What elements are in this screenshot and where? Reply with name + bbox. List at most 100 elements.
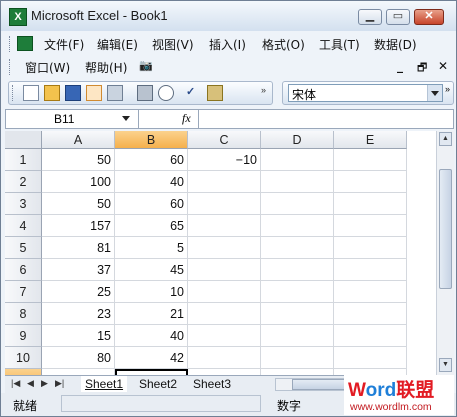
- menu-data[interactable]: 数据(D): [374, 36, 417, 53]
- cell-b1[interactable]: 60: [115, 149, 188, 171]
- save-icon[interactable]: [65, 85, 81, 101]
- scroll-up-icon[interactable]: ▲: [439, 132, 452, 146]
- cell-c10[interactable]: [188, 347, 261, 369]
- print-preview-icon[interactable]: [158, 85, 174, 101]
- column-header-d[interactable]: D: [261, 131, 334, 149]
- new-icon[interactable]: [23, 85, 39, 101]
- sheet-tab-3[interactable]: Sheet3: [189, 376, 235, 392]
- row-header[interactable]: 7: [5, 281, 42, 303]
- cell-c2[interactable]: [188, 171, 261, 193]
- cell-a1[interactable]: 50: [42, 149, 115, 171]
- menu-file[interactable]: 文件(F): [44, 36, 84, 53]
- print-icon[interactable]: [137, 85, 153, 101]
- cell-b2[interactable]: 40: [115, 171, 188, 193]
- row-header[interactable]: 2: [5, 171, 42, 193]
- cell-b4[interactable]: 65: [115, 215, 188, 237]
- toolbar-grip[interactable]: [12, 85, 16, 101]
- minimize-button[interactable]: ▁: [358, 9, 382, 25]
- cell-c1[interactable]: −10: [188, 149, 261, 171]
- cell-a10[interactable]: 80: [42, 347, 115, 369]
- cell-e3[interactable]: [334, 193, 407, 215]
- doc-close-icon[interactable]: ✕: [438, 59, 448, 73]
- menu-grip[interactable]: [9, 36, 13, 52]
- row-header[interactable]: 6: [5, 259, 42, 281]
- cell-c7[interactable]: [188, 281, 261, 303]
- formatting-options-icon[interactable]: »: [445, 84, 450, 94]
- menu-insert[interactable]: 插入(I): [209, 36, 246, 53]
- toolbar-options-icon[interactable]: »: [261, 85, 271, 101]
- cell-a8[interactable]: 23: [42, 303, 115, 325]
- column-header-e[interactable]: E: [334, 131, 407, 149]
- first-sheet-icon[interactable]: |◀: [11, 378, 20, 389]
- row-header[interactable]: 10: [5, 347, 42, 369]
- select-all-corner[interactable]: [5, 131, 42, 149]
- cell-b10[interactable]: 42: [115, 347, 188, 369]
- cell-e10[interactable]: [334, 347, 407, 369]
- cell-d3[interactable]: [261, 193, 334, 215]
- spelling-icon[interactable]: ✓: [186, 85, 202, 101]
- cell-d9[interactable]: [261, 325, 334, 347]
- chevron-down-icon[interactable]: [122, 116, 130, 125]
- cell-b7[interactable]: 10: [115, 281, 188, 303]
- cell-c9[interactable]: [188, 325, 261, 347]
- excel-app-icon[interactable]: X: [9, 8, 27, 26]
- cell-e6[interactable]: [334, 259, 407, 281]
- cell-d4[interactable]: [261, 215, 334, 237]
- cell-d7[interactable]: [261, 281, 334, 303]
- cell-d8[interactable]: [261, 303, 334, 325]
- row-header[interactable]: 1: [5, 149, 42, 171]
- cell-c4[interactable]: [188, 215, 261, 237]
- cell-d5[interactable]: [261, 237, 334, 259]
- cell-b3[interactable]: 60: [115, 193, 188, 215]
- cell-a4[interactable]: 157: [42, 215, 115, 237]
- row-header[interactable]: 9: [5, 325, 42, 347]
- menu-edit[interactable]: 编辑(E): [97, 36, 138, 53]
- cell-c8[interactable]: [188, 303, 261, 325]
- sheet-tab-2[interactable]: Sheet2: [135, 376, 181, 392]
- menu-grip-2[interactable]: [9, 59, 13, 75]
- row-header[interactable]: 4: [5, 215, 42, 237]
- camera-icon[interactable]: 📷: [139, 59, 153, 72]
- cell-d1[interactable]: [261, 149, 334, 171]
- name-box[interactable]: B11: [6, 110, 139, 128]
- column-header-b[interactable]: B: [115, 131, 188, 149]
- insert-function-icon[interactable]: fx: [182, 111, 191, 126]
- cell-e8[interactable]: [334, 303, 407, 325]
- cell-d10[interactable]: [261, 347, 334, 369]
- doc-restore-icon[interactable]: 🗗: [417, 59, 427, 78]
- font-name-select[interactable]: 宋体: [288, 84, 443, 102]
- cell-a7[interactable]: 25: [42, 281, 115, 303]
- cell-d6[interactable]: [261, 259, 334, 281]
- last-sheet-icon[interactable]: ▶|: [55, 378, 64, 389]
- maximize-button[interactable]: ▭: [386, 9, 410, 25]
- scroll-down-icon[interactable]: ▼: [439, 358, 452, 372]
- cell-a2[interactable]: 100: [42, 171, 115, 193]
- cell-e2[interactable]: [334, 171, 407, 193]
- cell-b9[interactable]: 40: [115, 325, 188, 347]
- next-sheet-icon[interactable]: ▶: [41, 378, 48, 389]
- cell-c3[interactable]: [188, 193, 261, 215]
- vertical-scrollbar[interactable]: ▲ ▼: [436, 131, 454, 375]
- workbook-icon[interactable]: [17, 36, 33, 51]
- chevron-down-icon[interactable]: [427, 85, 442, 101]
- cell-a9[interactable]: 15: [42, 325, 115, 347]
- cell-a3[interactable]: 50: [42, 193, 115, 215]
- menu-format[interactable]: 格式(O): [262, 36, 305, 53]
- sheet-tab-1[interactable]: Sheet1: [81, 376, 128, 392]
- row-header[interactable]: 5: [5, 237, 42, 259]
- cell-e7[interactable]: [334, 281, 407, 303]
- cell-b11[interactable]: [115, 369, 188, 375]
- open-icon[interactable]: [44, 85, 60, 101]
- menu-window[interactable]: 窗口(W): [25, 59, 70, 76]
- research-icon[interactable]: [207, 85, 223, 101]
- column-header-a[interactable]: A: [42, 131, 115, 149]
- permission-icon[interactable]: [86, 85, 102, 101]
- menu-help[interactable]: 帮助(H): [85, 59, 127, 76]
- cell-d2[interactable]: [261, 171, 334, 193]
- cell-c6[interactable]: [188, 259, 261, 281]
- vertical-scroll-thumb[interactable]: [439, 169, 452, 289]
- menu-view[interactable]: 视图(V): [152, 36, 194, 53]
- cell-b5[interactable]: 5: [115, 237, 188, 259]
- column-header-c[interactable]: C: [188, 131, 261, 149]
- cell-e1[interactable]: [334, 149, 407, 171]
